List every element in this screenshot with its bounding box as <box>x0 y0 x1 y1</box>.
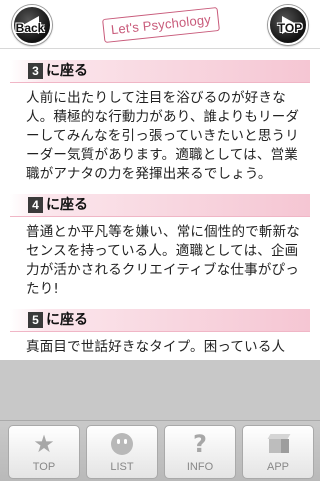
forward-arrow-icon <box>282 16 298 34</box>
section-body: 普通とか平凡等を嫌い、常に個性的で斬新なセンスを持っている人。適職としては、企画… <box>26 224 300 297</box>
header-bar: Back Let's Psychology TOP <box>0 0 320 49</box>
box-icon <box>243 430 313 458</box>
app-logo: Let's Psychology <box>102 7 220 43</box>
section-heading-text: に座る <box>46 63 88 79</box>
section-heading: 5 に座る <box>10 309 310 332</box>
smiley-icon <box>87 430 157 458</box>
top-button[interactable] <box>268 5 308 45</box>
tab-app[interactable]: APP <box>242 425 314 479</box>
tab-label: LIST <box>110 461 134 473</box>
ad-space <box>0 360 320 420</box>
section-heading: 3 に座る <box>10 60 310 83</box>
section-body: 真面目で世話好きなタイプ。困っている人 <box>26 339 286 355</box>
section-number: 3 <box>28 63 43 79</box>
tab-label: APP <box>266 461 289 473</box>
result-section-4: 4 に座る 普通とか平凡等を嫌い、常に個性的で斬新なセンスを持っている人。適職と… <box>10 194 310 299</box>
section-number: 4 <box>28 197 43 213</box>
star-icon: ★ <box>33 430 55 458</box>
back-arrow-icon <box>23 16 39 34</box>
section-heading: 4 に座る <box>10 194 310 217</box>
bottom-tab-bar: ★ TOP LIST ? INFO APP <box>0 420 320 481</box>
tab-top[interactable]: ★ TOP <box>8 425 80 479</box>
result-section-3: 3 に座る 人前に出たりして注目を浴びるのが好きな人。積極的な行動力があり、誰よ… <box>10 60 310 184</box>
question-icon: ? <box>193 430 207 458</box>
result-section-5: 5 に座る 真面目で世話好きなタイプ。困っている人 <box>10 309 310 357</box>
section-body: 人前に出たりして注目を浴びるのが好きな人。積極的な行動力があり、誰よりもリーダー… <box>26 90 300 182</box>
tab-list[interactable]: LIST <box>86 425 158 479</box>
section-number: 5 <box>28 312 43 328</box>
back-button[interactable] <box>12 5 52 45</box>
content-scroll-area[interactable]: 3 に座る 人前に出たりして注目を浴びるのが好きな人。積極的な行動力があり、誰よ… <box>10 54 310 360</box>
tab-info[interactable]: ? INFO <box>164 425 236 479</box>
tab-label: TOP <box>32 461 56 473</box>
tab-label: INFO <box>186 461 214 473</box>
section-heading-text: に座る <box>46 312 88 328</box>
section-heading-text: に座る <box>46 197 88 213</box>
